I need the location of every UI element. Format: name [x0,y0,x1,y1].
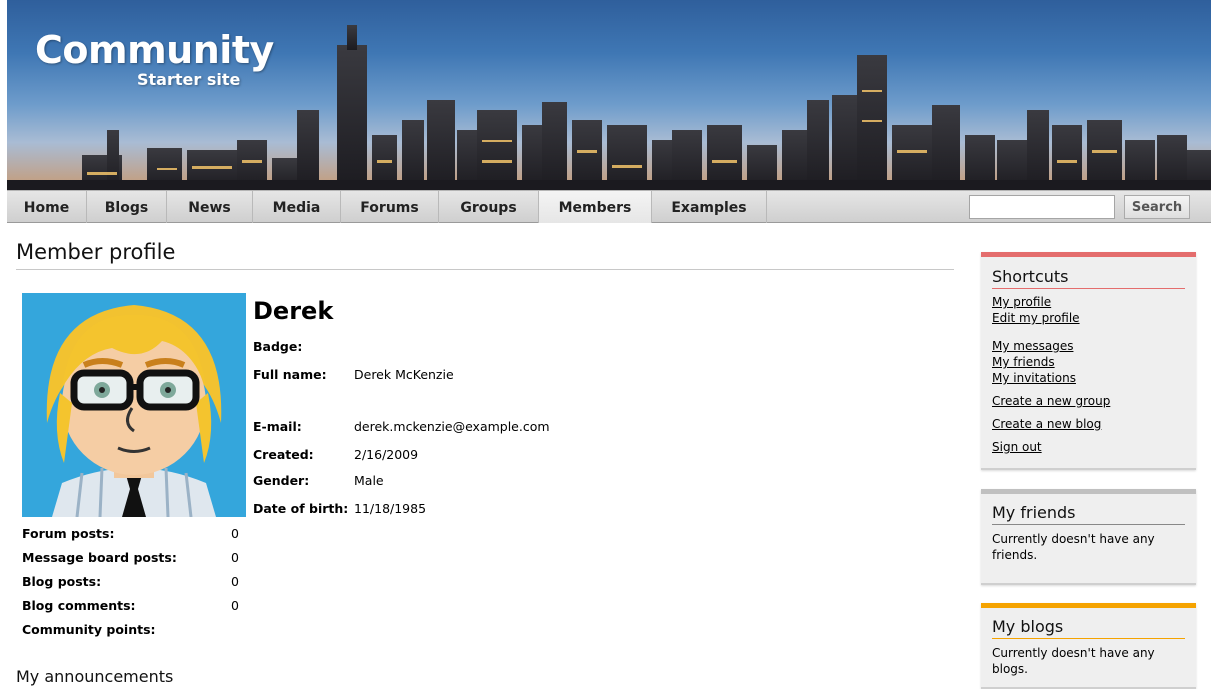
shortcuts-box: Shortcuts My profile Edit my profile My … [981,252,1196,470]
created-label: Created: [253,447,314,462]
nav-item-groups[interactable]: Groups [439,191,539,223]
shortcut-my-profile[interactable]: My profile [992,294,1196,310]
avatar-cartoon-image [22,293,246,517]
my-blogs-box: My blogs Currently doesn't have any blog… [981,603,1196,689]
badge-label: Badge: [253,339,303,354]
email-value: derek.mckenzie@example.com [354,419,550,434]
nav-item-forums[interactable]: Forums [341,191,439,223]
shortcut-sign-out[interactable]: Sign out [992,439,1196,455]
stat-forum-posts-value: 0 [231,526,239,541]
gender-value: Male [354,473,384,488]
header-banner: Community Starter site [7,0,1211,190]
stat-message-board-posts-label: Message board posts: [22,550,177,565]
site-logo-subtitle: Starter site [137,70,241,89]
dob-label: Date of birth: [253,501,349,516]
member-name: Derek [253,297,334,325]
stat-community-points-label: Community points: [22,622,156,637]
dob-value: 11/18/1985 [354,501,427,516]
nav-item-members[interactable]: Members [539,191,652,223]
nav-item-news[interactable]: News [167,191,253,223]
page-title: Member profile [16,240,954,270]
fullname-value: Derek McKenzie [354,367,454,382]
member-avatar [22,293,246,517]
site-logo-title[interactable]: Community [35,28,274,72]
email-label: E-mail: [253,419,302,434]
my-friends-box: My friends Currently doesn't have any fr… [981,489,1196,585]
my-friends-title: My friends [992,503,1185,525]
shortcut-edit-my-profile[interactable]: Edit my profile [992,310,1196,326]
stat-blog-comments-value: 0 [231,598,239,613]
main-nav: Home Blogs News Media Forums Groups Memb… [7,190,1211,223]
my-blogs-text: Currently doesn't have any blogs. [992,646,1155,676]
created-value: 2/16/2009 [354,447,419,462]
search-button[interactable]: Search [1124,195,1190,219]
shortcut-my-messages[interactable]: My messages [992,338,1196,354]
my-friends-text: Currently doesn't have any friends. [992,532,1155,562]
stat-blog-posts-label: Blog posts: [22,574,102,589]
nav-item-media[interactable]: Media [253,191,341,223]
gender-label: Gender: [253,473,310,488]
stat-blog-posts-value: 0 [231,574,239,589]
shortcuts-title: Shortcuts [992,267,1185,289]
shortcut-create-blog[interactable]: Create a new blog [992,416,1196,432]
nav-item-blogs[interactable]: Blogs [87,191,167,223]
shortcut-my-invitations[interactable]: My invitations [992,370,1196,386]
announcements-title: My announcements [16,667,174,686]
stat-blog-comments-label: Blog comments: [22,598,136,613]
nav-item-examples[interactable]: Examples [652,191,767,223]
fullname-label: Full name: [253,367,327,382]
stat-message-board-posts-value: 0 [231,550,239,565]
stat-forum-posts-label: Forum posts: [22,526,115,541]
nav-item-home[interactable]: Home [7,191,87,223]
shortcut-create-group[interactable]: Create a new group [992,393,1196,409]
shortcut-my-friends[interactable]: My friends [992,354,1196,370]
my-blogs-title: My blogs [992,617,1185,639]
search-input[interactable] [969,195,1115,219]
